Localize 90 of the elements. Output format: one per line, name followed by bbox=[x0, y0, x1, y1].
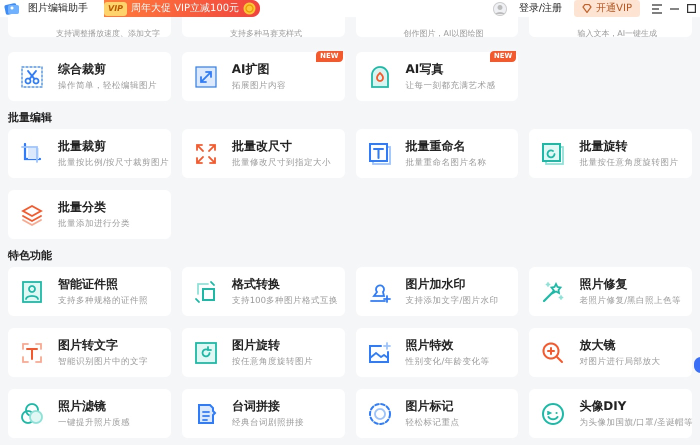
promo-text: 周年大促 VIP立减100元 bbox=[131, 2, 240, 16]
card-description: 批量按任意角度旋转图片 bbox=[579, 158, 678, 169]
card-title: 综合裁剪 bbox=[58, 61, 107, 77]
card-title: AI写真 bbox=[406, 61, 444, 77]
feature-card[interactable]: 图片标记 轻松标记重点 bbox=[356, 389, 518, 438]
vip-button[interactable]: 开通VIP bbox=[574, 0, 640, 17]
feature-card[interactable]: 批量重命名 批量重命名图片名称 bbox=[356, 129, 518, 178]
card-title: 批量分类 bbox=[58, 199, 107, 215]
card-description: 对图片进行局部放大 bbox=[579, 357, 660, 368]
card-description: 按任意角度旋转图片 bbox=[232, 357, 313, 368]
card-description: 批量添加进行分类 bbox=[58, 219, 130, 230]
card-description: 支持多种规格的证件照 bbox=[58, 296, 148, 307]
target-circle-icon bbox=[368, 402, 392, 426]
magnifier-icon bbox=[541, 340, 566, 364]
convert-icon bbox=[194, 280, 218, 304]
id-photo-icon bbox=[20, 280, 44, 304]
menu-icon[interactable] bbox=[652, 4, 662, 14]
diamond-icon bbox=[582, 4, 592, 13]
feature-card[interactable]: 批量旋转 批量按任意角度旋转图片 bbox=[529, 129, 692, 178]
crop-icon bbox=[20, 142, 44, 166]
card-title: 批量改尺寸 bbox=[232, 138, 293, 154]
feature-card[interactable]: 综合裁剪 操作简单，轻松编辑图片 bbox=[8, 52, 171, 101]
card-description: 输入文本，AI一键生成 bbox=[577, 29, 658, 38]
login-link[interactable]: 登录/注册 bbox=[518, 1, 562, 16]
feature-card[interactable]: 图片旋转 按任意角度旋转图片 bbox=[182, 328, 344, 377]
card-description: 一键提升照片质感 bbox=[58, 418, 130, 429]
card-description: 批量修改尺寸到指定大小 bbox=[232, 158, 331, 169]
card-title: 智能证件照 bbox=[58, 276, 119, 292]
card-title: 图片标记 bbox=[406, 398, 454, 414]
feature-card[interactable]: 批量裁剪 批量按比例/按尺寸裁剪图片 bbox=[8, 129, 171, 178]
text-scan-icon bbox=[20, 340, 44, 364]
card-title: 头像DIY bbox=[579, 398, 628, 414]
card-description: 批量重命名图片名称 bbox=[406, 158, 486, 169]
card-description: 拓展图片内容 bbox=[232, 81, 286, 92]
rotate-icon bbox=[541, 142, 566, 166]
magic-wand-icon bbox=[541, 280, 566, 304]
card-description: 支持100多种图片格式互换 bbox=[232, 296, 338, 307]
vip-badge: VIP bbox=[104, 2, 128, 16]
feature-card[interactable]: 智能证件照 支持多种规格的证件照 bbox=[8, 267, 171, 316]
feature-card[interactable]: 照片修复 老照片修复/黑白照上色等 bbox=[529, 267, 692, 316]
card-description: 支持添加文字/图片水印 bbox=[406, 296, 498, 307]
feature-card[interactable]: 照片特效 性别变化/年龄变化等 bbox=[356, 328, 518, 377]
feature-card[interactable]: 照片滤镜 一键提升照片质感 bbox=[8, 389, 171, 438]
card-description: 老照片修复/黑白照上色等 bbox=[579, 296, 682, 307]
card-title: 批量重命名 bbox=[406, 138, 466, 154]
card-title: 批量裁剪 bbox=[58, 138, 107, 154]
feature-card[interactable]: 头像DIY 为头像加国旗/口罩/圣诞帽等 bbox=[529, 389, 692, 438]
text-box-icon bbox=[368, 142, 392, 166]
card-title: 图片加水印 bbox=[406, 276, 466, 292]
card-title: 图片旋转 bbox=[232, 337, 281, 353]
feature-card[interactable]: 格式转换 支持100多种图片格式互换 bbox=[182, 267, 344, 316]
card-description: 操作简单，轻松编辑图片 bbox=[58, 81, 157, 92]
smiley-icon bbox=[541, 402, 566, 426]
card-title: 批量旋转 bbox=[579, 138, 628, 154]
card-description: 为头像加国旗/口罩/圣诞帽等 bbox=[579, 418, 692, 429]
section-heading: 批量编辑 bbox=[8, 110, 53, 126]
card-description: 经典台词剧照拼接 bbox=[232, 418, 304, 429]
card-title: AI扩图 bbox=[232, 61, 271, 77]
resize-icon bbox=[194, 142, 218, 166]
scissors-icon bbox=[20, 64, 44, 88]
rotate-icon bbox=[194, 340, 218, 364]
feature-card[interactable]: 台词拼接 经典台词剧照拼接 bbox=[182, 389, 344, 438]
card-title: 照片特效 bbox=[406, 337, 454, 353]
feature-card[interactable]: 图片转文字 智能识别图片中的文字 bbox=[8, 328, 171, 377]
card-description: 创作图片，AI以图绘图 bbox=[404, 29, 484, 38]
card-description: 支持调整播放速度、添加文字 bbox=[56, 29, 160, 38]
card-title: 图片转文字 bbox=[58, 337, 119, 353]
card-title: 照片滤镜 bbox=[58, 398, 107, 414]
feature-card[interactable]: 批量改尺寸 批量修改尺寸到指定大小 bbox=[182, 129, 344, 178]
feature-card[interactable]: 图片加水印 支持添加文字/图片水印 bbox=[356, 267, 518, 316]
app-title: 图片编辑助手 bbox=[28, 2, 88, 16]
card-description: 让每一刻都充满艺术感 bbox=[406, 81, 496, 92]
card-title: 台词拼接 bbox=[232, 398, 281, 414]
card-description: 支持多种马赛克样式 bbox=[230, 29, 302, 38]
feature-card[interactable]: 批量分类 批量添加进行分类 bbox=[8, 190, 171, 239]
expand-icon bbox=[194, 64, 218, 88]
card-description: 轻松标记重点 bbox=[406, 418, 460, 429]
card-description: 智能识别图片中的文字 bbox=[58, 357, 148, 368]
image-sparkle-icon bbox=[368, 340, 392, 364]
card-title: 格式转换 bbox=[232, 276, 281, 292]
layers-icon bbox=[20, 202, 44, 226]
card-title: 照片修复 bbox=[579, 276, 628, 292]
filter-icon bbox=[20, 402, 44, 426]
feature-card[interactable]: 放大镜 对图片进行局部放大 bbox=[529, 328, 692, 377]
card-title: 放大镜 bbox=[579, 337, 616, 353]
card-description: 批量按比例/按尺寸裁剪图片 bbox=[58, 158, 169, 169]
card-description: 性别变化/年龄变化等 bbox=[406, 357, 490, 368]
coin-icon bbox=[243, 2, 256, 15]
maximize-icon[interactable] bbox=[687, 4, 696, 13]
section-heading: 特色功能 bbox=[8, 248, 53, 264]
